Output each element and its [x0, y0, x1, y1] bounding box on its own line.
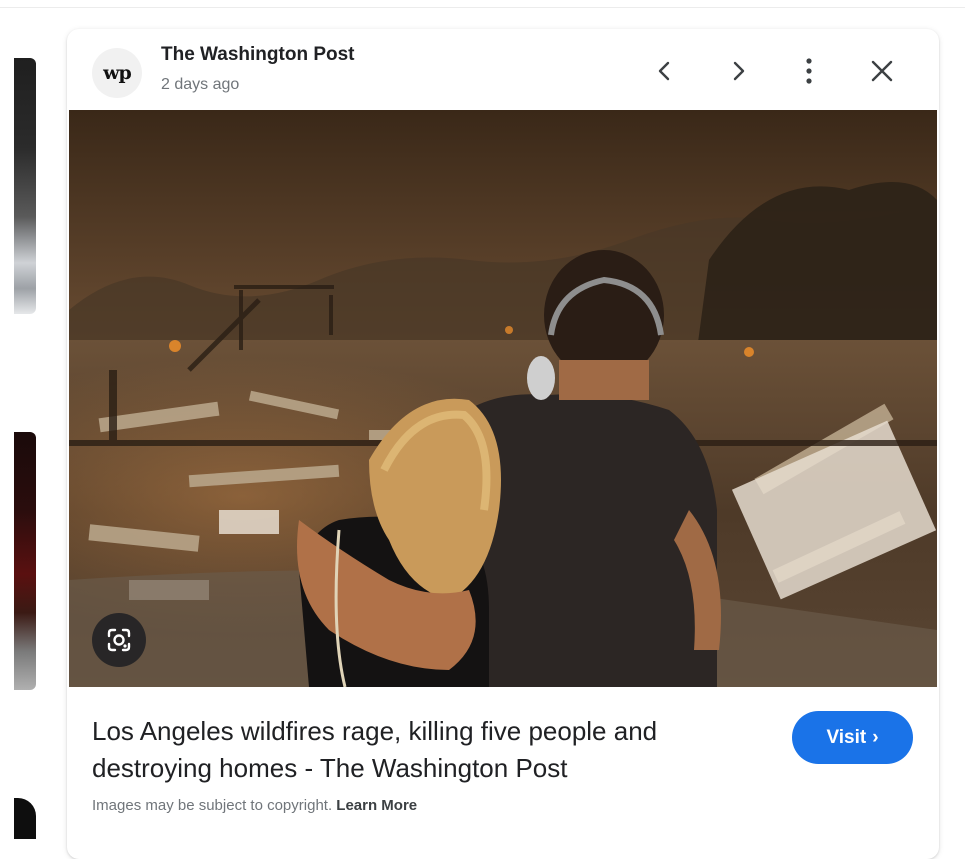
copyright-text: Images may be subject to copyright. [92, 797, 333, 814]
close-button[interactable] [862, 51, 902, 91]
previous-button[interactable] [645, 51, 685, 91]
close-icon [871, 60, 893, 82]
visit-button-label: Visit [826, 726, 867, 748]
image-preview-panel: wp The Washington Post 2 days ago Los An… [67, 29, 939, 859]
source-logo-text: wp [103, 62, 132, 84]
lens-icon [107, 628, 131, 652]
visit-button[interactable]: Visit › [792, 711, 913, 764]
copyright-notice: Images may be subject to copyright. Lear… [92, 797, 417, 814]
side-thumbnail[interactable] [14, 432, 36, 690]
article-title[interactable]: Los Angeles wildfires rage, killing five… [92, 713, 772, 787]
source-logo[interactable]: wp [92, 48, 142, 98]
chevron-right-icon: › [872, 726, 879, 748]
side-thumbnail[interactable] [14, 58, 36, 314]
chevron-right-icon [733, 61, 745, 81]
more-vert-icon [806, 58, 812, 84]
wildfire-photo[interactable] [69, 110, 937, 687]
source-timestamp: 2 days ago [161, 76, 240, 93]
learn-more-link[interactable]: Learn More [336, 797, 417, 814]
source-name[interactable]: The Washington Post [161, 44, 355, 66]
side-thumbnail[interactable] [14, 798, 36, 839]
next-button[interactable] [718, 51, 758, 91]
more-options-button[interactable] [789, 51, 829, 91]
google-lens-button[interactable] [92, 613, 146, 667]
top-divider [0, 7, 965, 8]
chevron-left-icon [658, 61, 670, 81]
